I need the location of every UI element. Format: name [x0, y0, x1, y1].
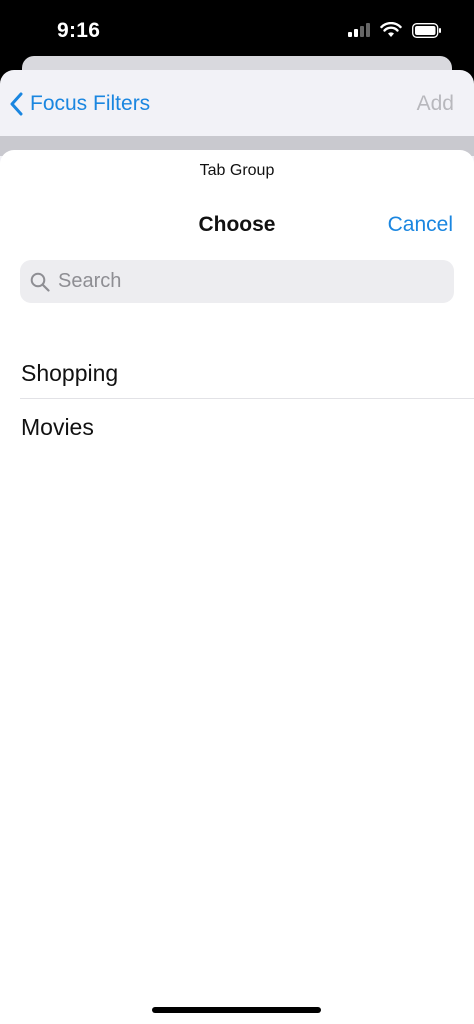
tab-group-list: Shopping Movies [0, 345, 474, 453]
search-icon [30, 272, 50, 292]
list-item-label: Shopping [21, 360, 119, 386]
sheet-subtitle: Tab Group [199, 162, 275, 179]
choose-sheet: Tab Group Choose Cancel Search Shopping … [0, 150, 474, 1024]
search-field[interactable]: Search [20, 260, 454, 303]
status-bar: 9:16 [0, 0, 474, 64]
battery-icon [412, 22, 441, 38]
wifi-icon [380, 22, 402, 37]
list-item-movies[interactable]: Movies [0, 399, 474, 453]
search-placeholder: Search [58, 270, 122, 292]
back-button-label: Focus Filters [30, 92, 151, 115]
cancel-button[interactable]: Cancel [388, 213, 453, 237]
status-time: 9:16 [57, 19, 101, 42]
list-item-shopping[interactable]: Shopping [0, 345, 474, 399]
cellular-signal-icon [348, 23, 370, 37]
add-button[interactable]: Add [417, 92, 454, 116]
status-icons [348, 22, 442, 38]
list-item-label: Movies [21, 414, 94, 440]
chevron-left-icon [10, 92, 23, 116]
home-indicator[interactable] [152, 1007, 321, 1013]
back-button[interactable]: Focus Filters [10, 92, 150, 116]
